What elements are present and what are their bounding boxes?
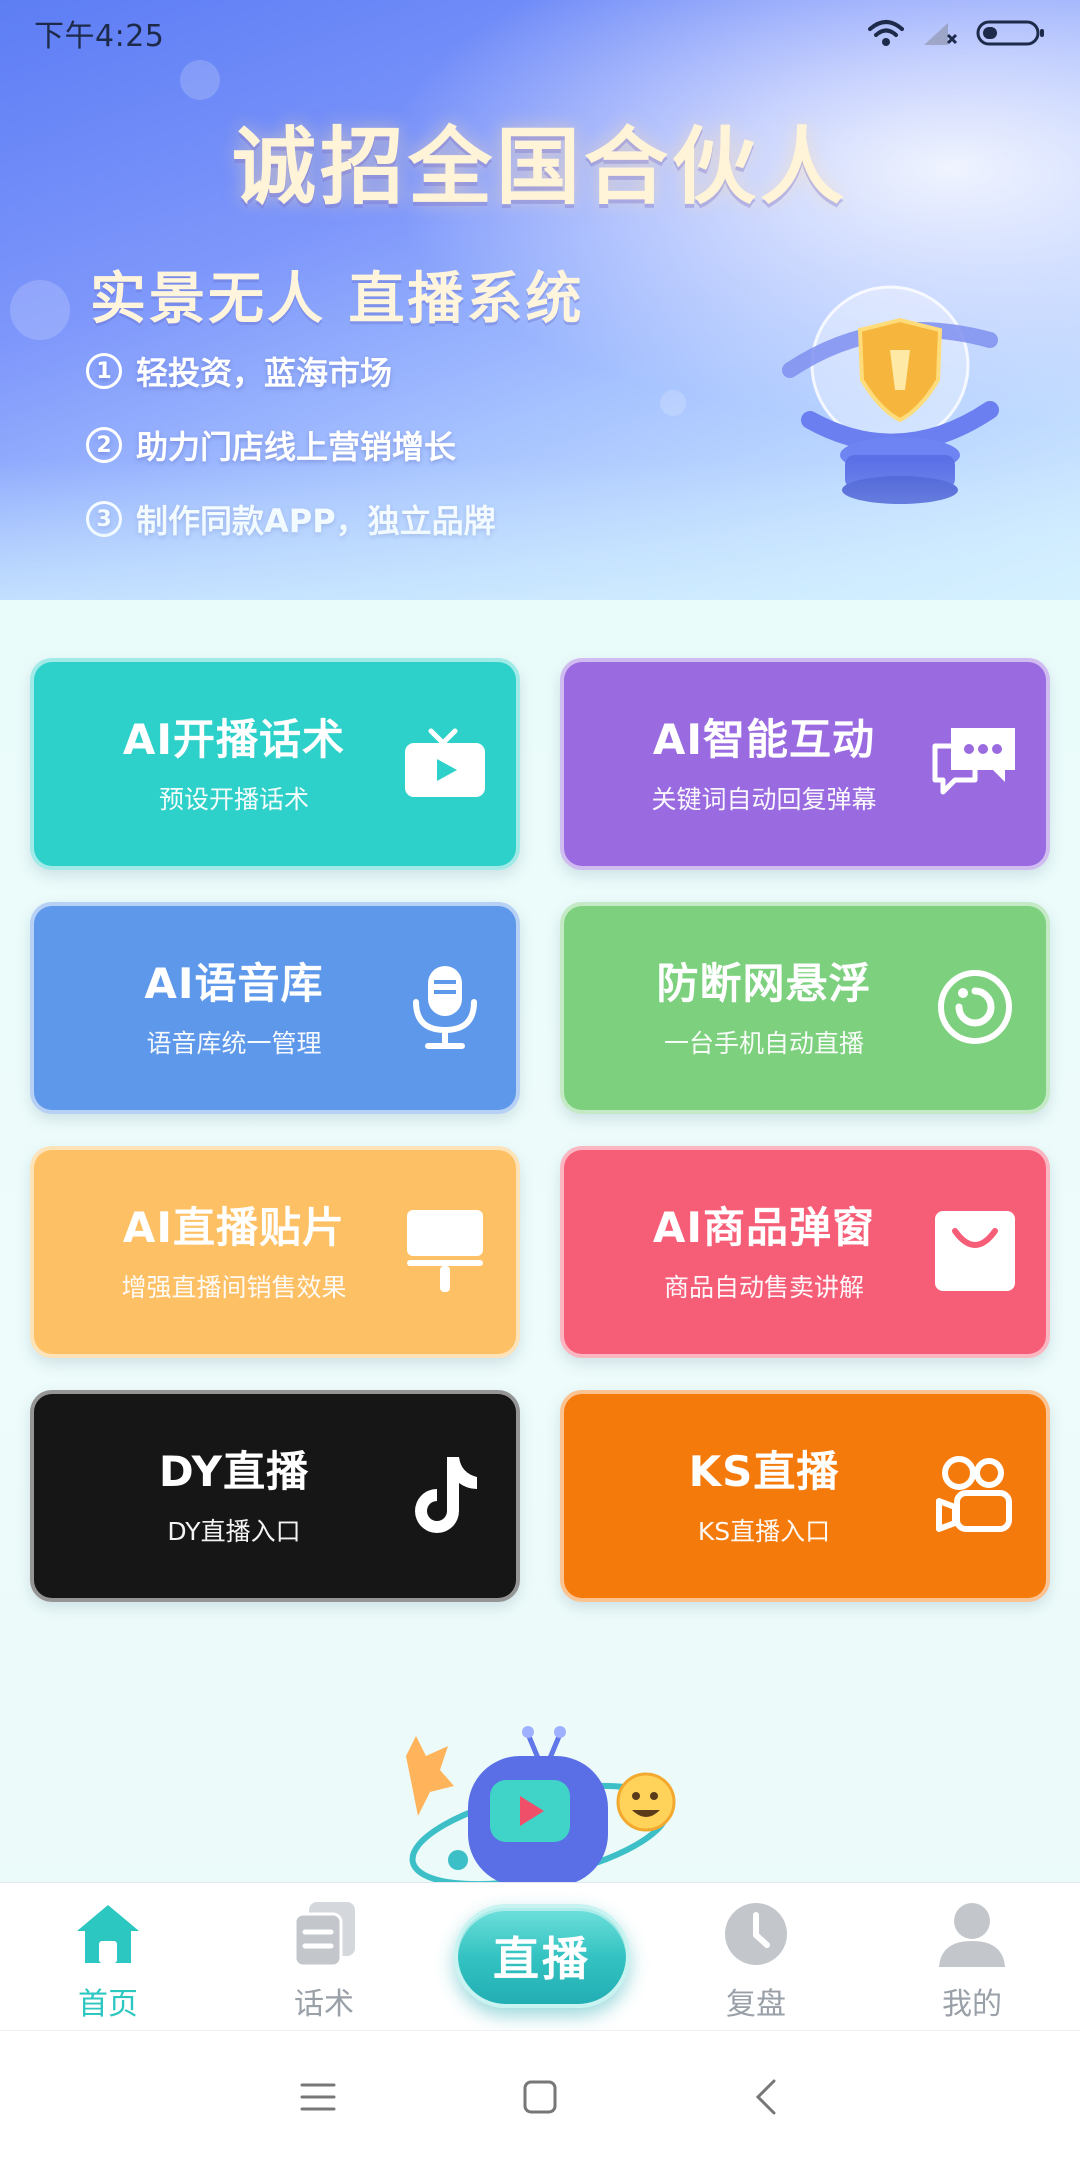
promo-banner[interactable]: 诚招全国合伙人 实景无人 直播系统 1 轻投资，蓝海市场 2 助力门店线上营销增… [0,0,1080,600]
card-ai-live-sticker[interactable]: AI直播贴片 增强直播间销售效果 [30,1146,520,1358]
card-title: KS直播 [688,1447,840,1496]
banner-point-1: 1 轻投资，蓝海市场 [86,348,392,394]
card-subtitle: 语音库统一管理 [146,1029,322,1058]
banner-point-text: 助力门店线上营销增长 [136,428,457,466]
nav-label-script: 话术 [294,1987,354,2022]
nav-item-script[interactable]: 话术 [216,1883,432,2031]
paint-roller-icon [400,1206,490,1296]
card-subtitle: 关键词自动回复弹幕 [651,785,877,814]
chat-bubbles-icon [930,718,1020,808]
status-bar: 下午4:25 [0,0,1080,66]
tv-play-icon [400,718,490,808]
battery-icon [976,20,1044,46]
card-title: AI语音库 [144,959,324,1008]
card-subtitle: DY直播入口 [167,1517,301,1546]
banner-point-text: 制作同款APP，独立品牌 [136,502,496,540]
shield-trophy-icon [782,285,999,504]
nav-item-review[interactable]: 复盘 [648,1883,864,2031]
card-title: DY直播 [158,1447,310,1496]
wifi-icon [868,20,904,46]
card-ai-opening-script[interactable]: AI开播话术 预设开播话术 [30,658,520,870]
number-circle: 3 [86,501,122,537]
menu-icon[interactable] [292,2071,344,2123]
nav-label-home: 首页 [78,1987,138,2022]
card-subtitle: 预设开播话术 [158,785,309,814]
status-time: 下午4:25 [34,19,165,54]
card-subtitle: 增强直播间销售效果 [121,1273,347,1302]
number-circle: 1 [86,353,122,389]
signal-off-icon [924,23,958,45]
card-subtitle: KS直播入口 [697,1517,831,1546]
clock-icon [721,1899,791,1969]
card-anti-disconnect-float[interactable]: 防断网悬浮 一台手机自动直播 [560,902,1050,1114]
number-circle: 2 [86,427,122,463]
live-button[interactable]: 直播 [454,1904,630,2008]
shopping-bag-icon [930,1206,1020,1296]
banner-point-2: 2 助力门店线上营销增长 [86,422,456,468]
card-title: AI直播贴片 [122,1203,346,1252]
home-screen: 诚招全国合伙人 实景无人 直播系统 1 轻投资，蓝海市场 2 助力门店线上营销增… [0,0,1080,2160]
status-icons [868,19,1046,47]
home-square-icon[interactable] [514,2071,566,2123]
nav-item-home[interactable]: 首页 [0,1883,216,2031]
refresh-ring-icon [930,962,1020,1052]
feature-grid: AI开播话术 预设开播话术 AI智能互动 关键词自动回复弹幕 AI语音库 语音库… [30,658,1050,1602]
card-title: 防断网悬浮 [656,959,872,1008]
card-title: AI商品弹窗 [652,1203,876,1252]
card-ai-voice-library[interactable]: AI语音库 语音库统一管理 [30,902,520,1114]
card-subtitle: 一台手机自动直播 [663,1029,864,1058]
kuaishou-camera-icon [930,1450,1020,1540]
nav-label-review: 复盘 [726,1987,786,2022]
banner-subtitle: 实景无人 直播系统 [90,267,585,332]
back-icon[interactable] [740,2071,792,2123]
card-subtitle: 商品自动售卖讲解 [663,1273,864,1302]
tv-mascot-icon [406,1726,676,1888]
banner-bubble [180,60,220,100]
microphone-icon [400,962,490,1052]
card-ks-live[interactable]: KS直播 KS直播入口 [560,1390,1050,1602]
tiktok-icon [400,1450,490,1540]
banner-point-3: 3 制作同款APP，独立品牌 [86,496,496,542]
home-icon [73,1899,143,1969]
card-title: AI开播话术 [122,715,346,764]
user-icon [937,1899,1007,1969]
banner-bubble [660,390,686,416]
script-icon [289,1899,359,1969]
nav-item-profile[interactable]: 我的 [864,1883,1080,2031]
banner-title: 诚招全国合伙人 [231,118,848,216]
card-dy-live[interactable]: DY直播 DY直播入口 [30,1390,520,1602]
banner-bubble [10,280,70,340]
card-ai-interaction[interactable]: AI智能互动 关键词自动回复弹幕 [560,658,1050,870]
card-title: AI智能互动 [652,715,876,764]
card-ai-product-popup[interactable]: AI商品弹窗 商品自动售卖讲解 [560,1146,1050,1358]
nav-label-profile: 我的 [942,1987,1002,2022]
system-nav-bar [0,2030,1080,2160]
banner-point-text: 轻投资，蓝海市场 [136,354,393,392]
